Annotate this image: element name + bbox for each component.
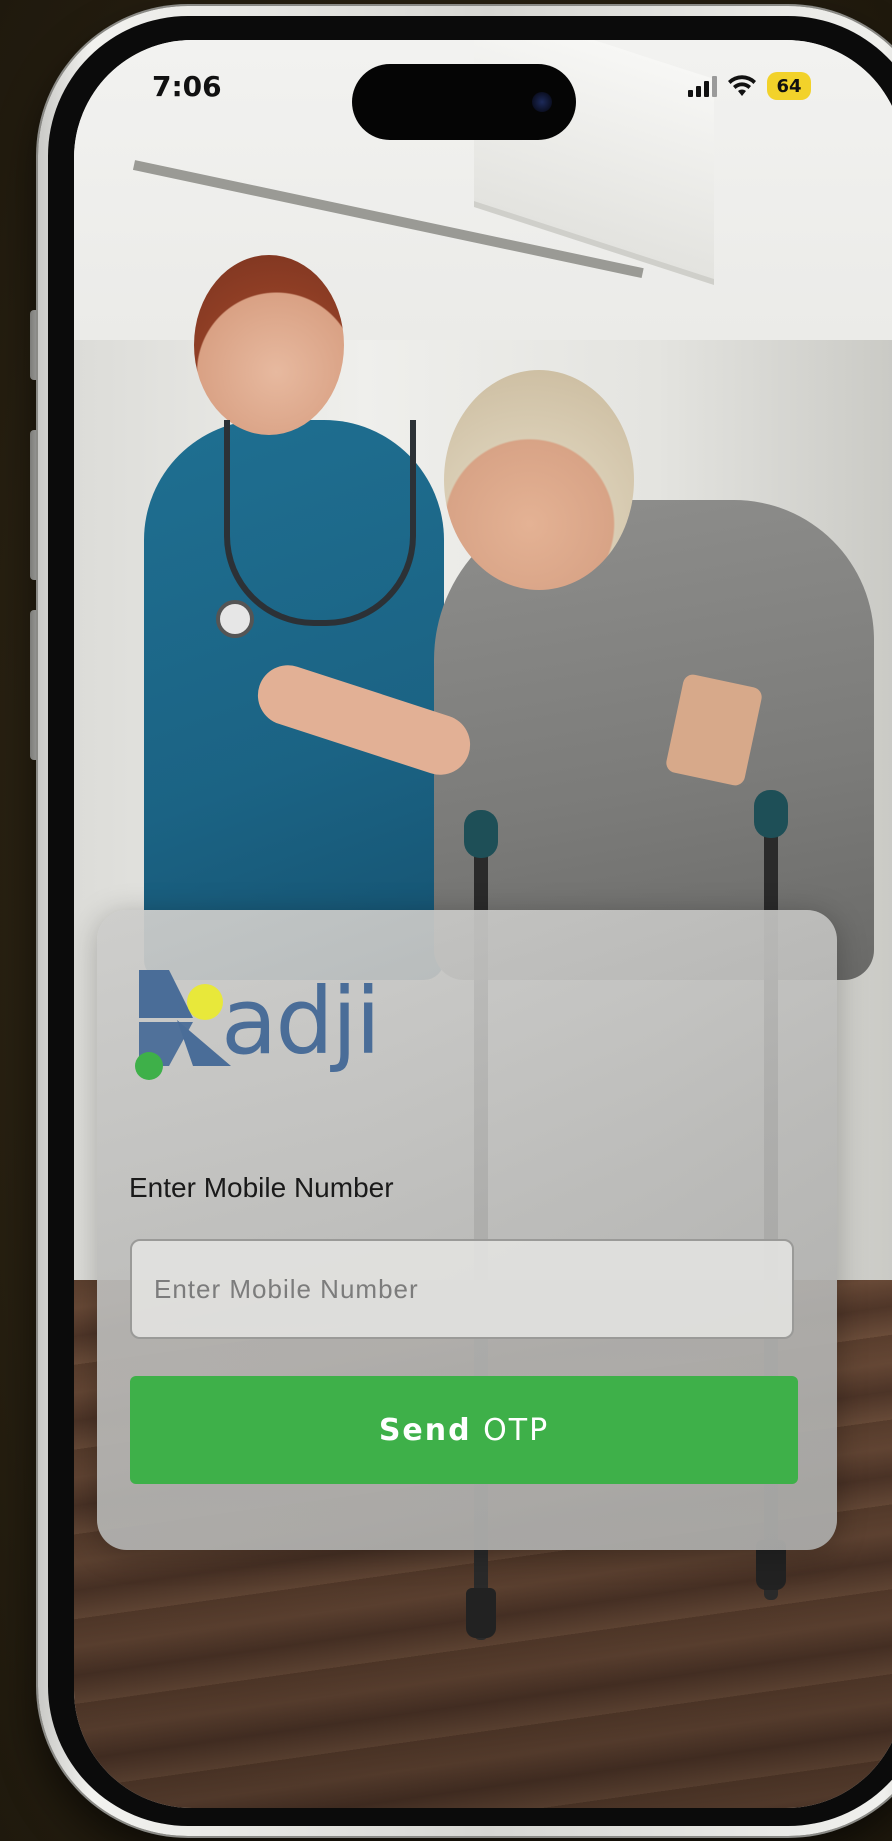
photo-nurse-head [194, 255, 344, 435]
device-stage: 7:06 64 adji Enter Mobile Number Enter M… [0, 0, 892, 1841]
photo-stethoscope [224, 420, 416, 626]
send-otp-label-rest: OTP [471, 1412, 550, 1448]
photo-crutch-grip-right [754, 790, 788, 838]
status-indicators: 64 [688, 72, 811, 100]
logo-wordmark: adji [221, 968, 381, 1075]
status-time: 7:06 [152, 70, 222, 103]
send-otp-button[interactable]: Send OTP [130, 1376, 798, 1484]
mobile-number-label: Enter Mobile Number [129, 1172, 394, 1203]
photo-stethoscope-disc [216, 600, 254, 638]
battery-level-badge: 64 [767, 72, 811, 100]
signal-icon [688, 75, 717, 97]
kadji-logo: adji [133, 966, 393, 1086]
front-camera [532, 92, 552, 112]
wifi-icon [728, 75, 756, 96]
photo-crutch-grip-left [464, 810, 498, 858]
login-card: adji Enter Mobile Number Send OTP [97, 910, 837, 1550]
mobile-number-input[interactable] [130, 1239, 794, 1339]
send-otp-label-bold: Send [378, 1412, 472, 1448]
photo-patient-head [444, 370, 634, 590]
photo-crutch-foot-left [466, 1588, 496, 1638]
app-screen: 7:06 64 adji Enter Mobile Number Enter M… [74, 40, 892, 1808]
dynamic-island [352, 64, 576, 140]
